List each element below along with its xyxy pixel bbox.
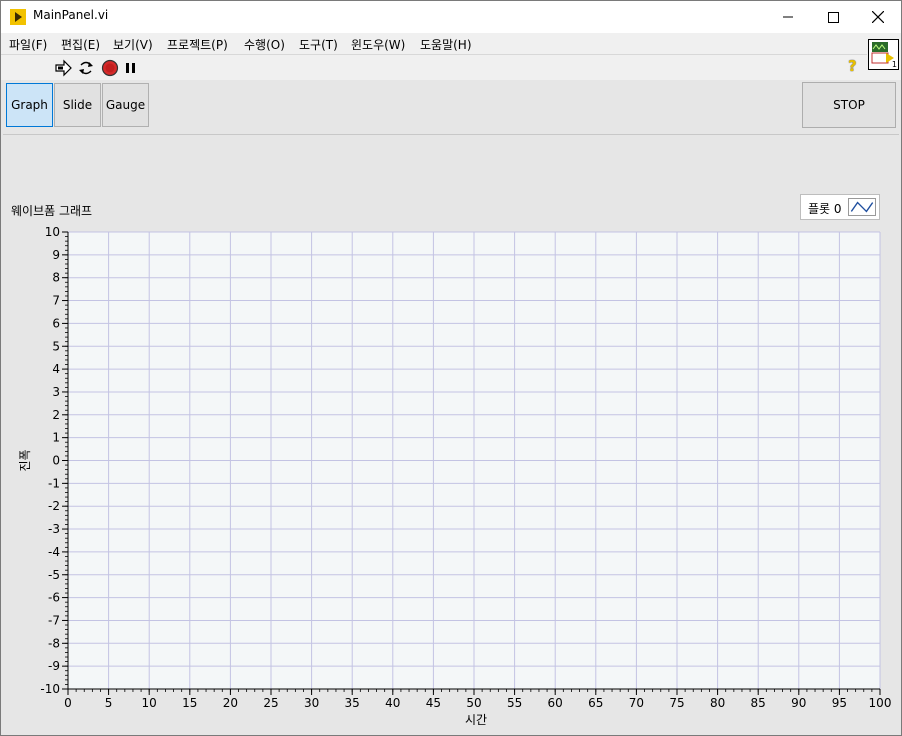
- menu-bar: 파일(F) 편집(E) 보기(V) 프로젝트(P) 수행(O) 도구(T) 윈도…: [1, 33, 867, 53]
- menu-tools[interactable]: 도구(T): [299, 36, 338, 53]
- graph-label: 웨이브폼 그래프: [11, 204, 93, 218]
- menu-view[interactable]: 보기(V): [113, 36, 153, 53]
- tab-gauge[interactable]: Gauge: [102, 83, 149, 127]
- minimize-button[interactable]: [765, 1, 811, 33]
- title-bar: MainPanel.vi: [1, 1, 901, 33]
- plot-legend-label: 플롯 0: [808, 202, 842, 216]
- menu-operate[interactable]: 수행(O): [244, 36, 285, 53]
- tab-slide[interactable]: Slide: [54, 83, 101, 127]
- stop-button-label: STOP: [833, 98, 865, 112]
- menu-help[interactable]: 도움말(H): [420, 36, 472, 53]
- tool-bar: ?: [1, 54, 867, 81]
- close-icon: [872, 11, 884, 23]
- vi-connector-icon[interactable]: 1: [868, 39, 899, 70]
- context-help-icon[interactable]: ?: [848, 57, 857, 75]
- menu-file[interactable]: 파일(F): [9, 36, 47, 53]
- front-panel: Graph Slide Gauge STOP: [1, 80, 901, 735]
- menu-edit[interactable]: 편집(E): [61, 36, 100, 53]
- stop-button[interactable]: STOP: [802, 82, 896, 128]
- maximize-icon: [827, 11, 839, 23]
- menu-project[interactable]: 프로젝트(P): [167, 36, 228, 53]
- window-title: MainPanel.vi: [33, 8, 109, 22]
- tab-page-graph: [3, 134, 899, 734]
- pause-icon[interactable]: [122, 59, 140, 77]
- tab-gauge-label: Gauge: [105, 98, 146, 112]
- run-arrow-icon[interactable]: [55, 59, 73, 77]
- plot-legend[interactable]: 플롯 0: [800, 194, 880, 220]
- labview-window: MainPanel.vi 파일(F) 편집(E) 보기(V) 프로젝트(P) 수…: [0, 0, 902, 736]
- labview-app-icon: [10, 9, 26, 25]
- tab-graph-label: Graph: [11, 98, 48, 112]
- menu-window[interactable]: 윈도우(W): [351, 36, 405, 53]
- close-button[interactable]: [855, 1, 901, 33]
- plot-line-swatch-icon: [848, 198, 876, 216]
- abort-icon[interactable]: [101, 59, 119, 77]
- vi-icon-badge: 1: [891, 60, 897, 69]
- tab-slide-label: Slide: [62, 98, 93, 112]
- run-continuous-icon[interactable]: [77, 59, 95, 77]
- minimize-icon: [783, 16, 793, 18]
- tab-graph[interactable]: Graph: [6, 83, 53, 127]
- maximize-button[interactable]: [810, 1, 856, 33]
